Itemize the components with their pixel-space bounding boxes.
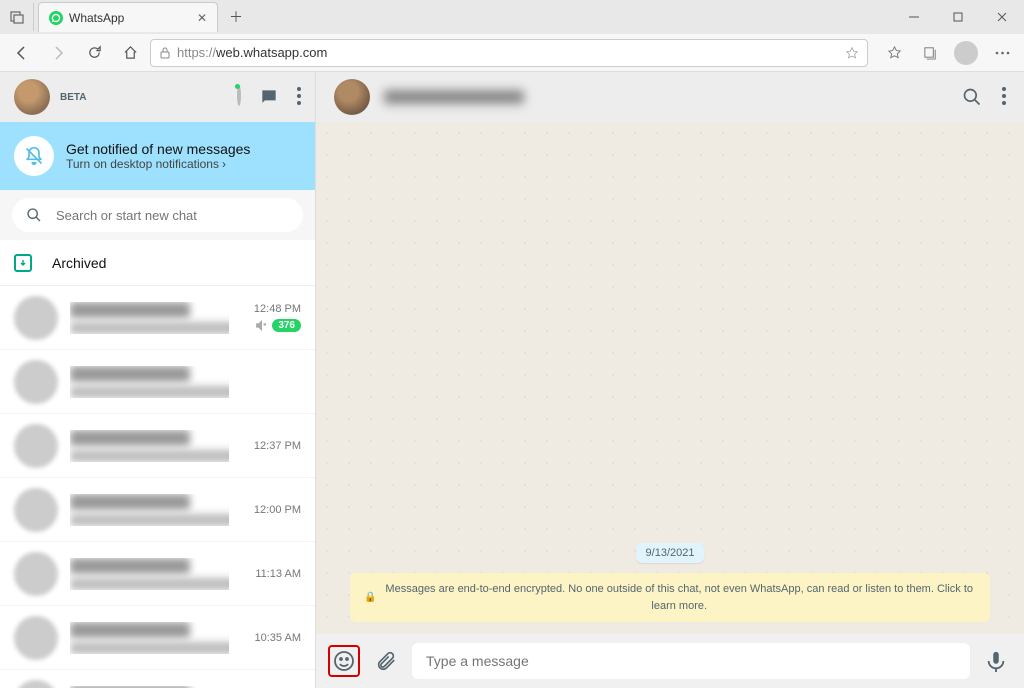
reader-icon[interactable] bbox=[845, 46, 859, 60]
favorites-button[interactable] bbox=[878, 38, 910, 68]
notification-link[interactable]: Turn on desktop notifications› bbox=[66, 157, 250, 171]
sidebar-header: BETA bbox=[0, 72, 315, 122]
user-avatar[interactable] bbox=[14, 79, 50, 115]
chat-preview bbox=[70, 514, 229, 526]
chat-preview bbox=[70, 450, 229, 462]
conversation-panel: 9/13/2021 🔒 Messages are end-to-end encr… bbox=[316, 72, 1024, 688]
chat-row[interactable]: 12:48 PM 376 bbox=[0, 286, 315, 350]
browser-toolbar: https://web.whatsapp.com bbox=[0, 34, 1024, 72]
contact-name bbox=[384, 90, 524, 104]
messages-area[interactable]: 9/13/2021 🔒 Messages are end-to-end encr… bbox=[316, 122, 1024, 634]
collections-button[interactable] bbox=[914, 38, 946, 68]
back-button[interactable] bbox=[6, 38, 38, 68]
new-chat-icon[interactable] bbox=[259, 87, 279, 107]
message-input[interactable] bbox=[426, 653, 956, 669]
lock-icon: 🔒 bbox=[364, 590, 376, 605]
chat-time: 12:37 PM bbox=[254, 440, 301, 452]
archived-label: Archived bbox=[52, 255, 106, 271]
chat-name bbox=[70, 302, 190, 318]
close-tab-button[interactable]: ✕ bbox=[197, 11, 207, 25]
address-bar[interactable]: https://web.whatsapp.com bbox=[150, 39, 868, 67]
profile-button[interactable] bbox=[950, 38, 982, 68]
chat-name bbox=[70, 622, 190, 638]
sidebar: BETA Get notified of new messages Turn o… bbox=[0, 72, 316, 688]
chat-preview bbox=[70, 322, 229, 334]
chat-row[interactable]: 12:37 PM bbox=[0, 414, 315, 478]
chat-row[interactable]: 9:44 AM bbox=[0, 670, 315, 688]
tab-title: WhatsApp bbox=[69, 11, 124, 25]
emoji-button[interactable] bbox=[328, 645, 360, 677]
chat-time: 10:35 AM bbox=[255, 632, 301, 644]
chat-name bbox=[70, 366, 190, 382]
chat-row[interactable]: 10:35 AM bbox=[0, 606, 315, 670]
search-in-chat-icon[interactable] bbox=[962, 87, 982, 107]
tab-actions-button[interactable] bbox=[0, 3, 34, 31]
browser-titlebar: WhatsApp ✕ ＋ bbox=[0, 0, 1024, 34]
home-button[interactable] bbox=[114, 38, 146, 68]
bell-off-icon bbox=[14, 136, 54, 176]
chat-name bbox=[70, 494, 190, 510]
contact-avatar[interactable] bbox=[334, 79, 370, 115]
status-icon[interactable] bbox=[237, 87, 241, 107]
whatsapp-favicon-icon bbox=[49, 11, 63, 25]
lock-icon bbox=[159, 47, 171, 59]
conversation-header[interactable] bbox=[316, 72, 1024, 122]
window-controls bbox=[892, 2, 1024, 32]
chat-time: 12:48 PM bbox=[254, 303, 301, 315]
voice-button[interactable] bbox=[980, 645, 1012, 677]
mute-icon bbox=[255, 319, 268, 332]
chat-name bbox=[70, 558, 190, 574]
url-scheme: https:// bbox=[177, 45, 216, 60]
archived-row[interactable]: Archived bbox=[0, 240, 315, 286]
chat-avatar bbox=[14, 488, 58, 532]
attach-button[interactable] bbox=[370, 645, 402, 677]
message-input-wrapper[interactable] bbox=[412, 643, 970, 679]
chat-preview bbox=[70, 642, 229, 654]
encryption-notice[interactable]: 🔒 Messages are end-to-end encrypted. No … bbox=[350, 573, 990, 622]
maximize-button[interactable] bbox=[936, 2, 980, 32]
chat-row[interactable]: 11:13 AM bbox=[0, 542, 315, 606]
whatsapp-app: BETA Get notified of new messages Turn o… bbox=[0, 72, 1024, 688]
archive-icon bbox=[14, 254, 32, 272]
forward-button[interactable] bbox=[42, 38, 74, 68]
search-box[interactable] bbox=[12, 198, 303, 232]
search-container bbox=[0, 190, 315, 240]
chat-menu-icon[interactable] bbox=[1002, 87, 1006, 107]
chat-row[interactable]: 12:00 PM bbox=[0, 478, 315, 542]
refresh-button[interactable] bbox=[78, 38, 110, 68]
chevron-right-icon: › bbox=[222, 157, 226, 171]
chat-time: 11:13 AM bbox=[255, 568, 301, 580]
beta-badge: BETA bbox=[60, 92, 86, 103]
date-chip: 9/13/2021 bbox=[636, 543, 705, 563]
url-host: web.whatsapp.com bbox=[216, 45, 327, 60]
minimize-button[interactable] bbox=[892, 2, 936, 32]
browser-tab[interactable]: WhatsApp ✕ bbox=[38, 2, 218, 32]
search-icon bbox=[26, 207, 42, 223]
menu-icon[interactable] bbox=[297, 87, 301, 107]
chat-avatar bbox=[14, 296, 58, 340]
notification-title: Get notified of new messages bbox=[66, 141, 250, 157]
chat-avatar bbox=[14, 424, 58, 468]
chat-avatar bbox=[14, 680, 58, 688]
chat-avatar bbox=[14, 616, 58, 660]
close-window-button[interactable] bbox=[980, 2, 1024, 32]
new-tab-button[interactable]: ＋ bbox=[222, 3, 250, 31]
chat-avatar bbox=[14, 552, 58, 596]
chat-avatar bbox=[14, 360, 58, 404]
chat-name bbox=[70, 430, 190, 446]
chat-preview bbox=[70, 386, 229, 398]
chat-list[interactable]: 12:48 PM 376 12:37 PM 1 bbox=[0, 286, 315, 688]
unread-badge: 376 bbox=[272, 319, 301, 332]
chat-time: 12:00 PM bbox=[254, 504, 301, 516]
notification-banner[interactable]: Get notified of new messages Turn on des… bbox=[0, 122, 315, 190]
message-composer bbox=[316, 634, 1024, 688]
browser-menu-button[interactable] bbox=[986, 38, 1018, 68]
chat-row[interactable] bbox=[0, 350, 315, 414]
search-input[interactable] bbox=[56, 208, 289, 223]
chat-preview bbox=[70, 578, 229, 590]
